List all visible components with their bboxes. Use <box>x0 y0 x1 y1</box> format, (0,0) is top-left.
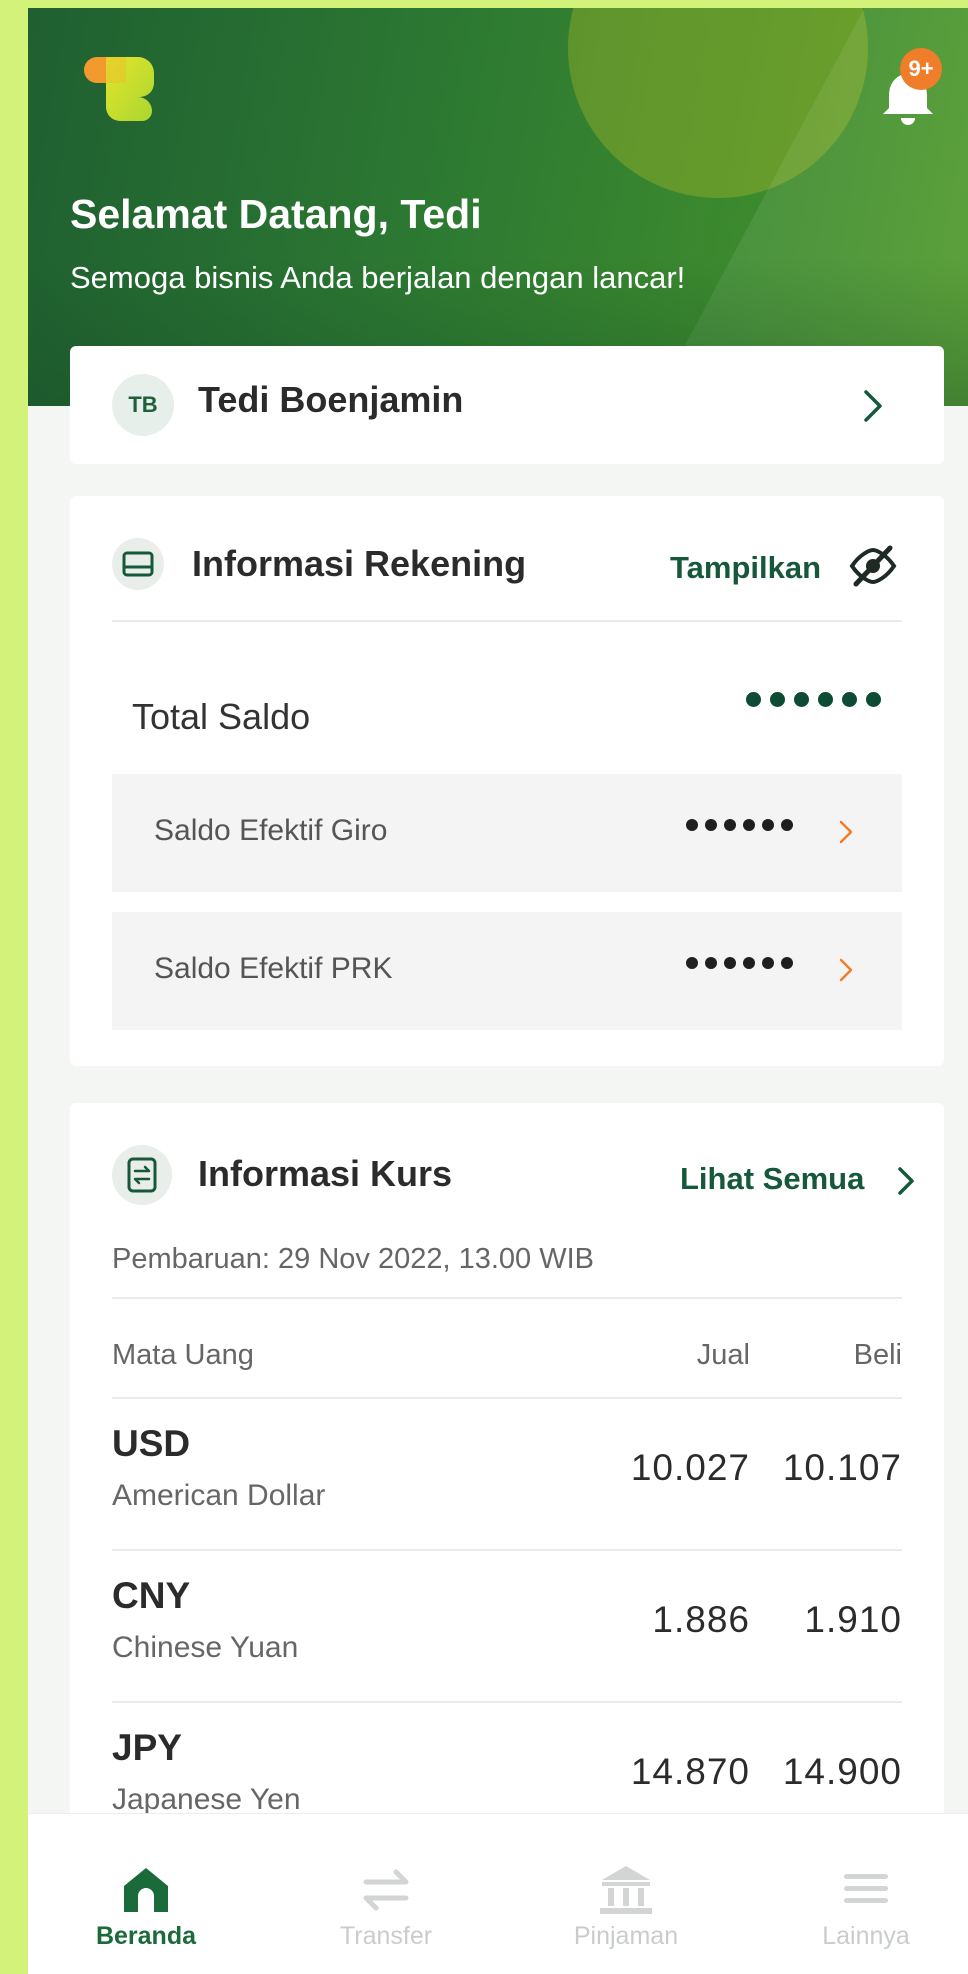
prk-balance-masked <box>686 956 800 974</box>
profile-name: Tedi Boenjamin <box>198 379 464 420</box>
nav-item-transfer[interactable]: Transfer <box>286 1814 486 1974</box>
account-info-card: Informasi Rekening Tampilkan Total Saldo… <box>70 496 944 1066</box>
chevron-right-icon <box>839 958 853 982</box>
buy-rate: 10.107 <box>782 1447 902 1488</box>
eye-off-icon[interactable] <box>848 544 898 588</box>
nav-item-beranda[interactable]: Beranda <box>46 1814 246 1974</box>
table-row: CNY Chinese Yuan 1.886 1.910 <box>112 1551 902 1703</box>
wallet-icon <box>112 538 164 590</box>
chevron-right-icon <box>839 820 853 844</box>
menu-icon <box>844 1874 888 1903</box>
chevron-right-icon[interactable] <box>896 1165 916 1197</box>
column-header-sell: Jual <box>696 1339 750 1371</box>
nav-label: Lainnya <box>822 1922 910 1950</box>
bottom-navigation: Beranda Transfer Pinjaman Lainnya <box>28 1813 968 1974</box>
total-balance-masked <box>746 692 890 712</box>
column-header-currency: Mata Uang <box>112 1339 254 1371</box>
account-info-title: Informasi Rekening <box>192 543 527 584</box>
profile-card[interactable]: TB Tedi Boenjamin <box>70 346 944 464</box>
column-header-buy: Beli <box>853 1339 902 1371</box>
buy-rate: 1.910 <box>804 1599 902 1640</box>
giro-balance-masked <box>686 818 800 836</box>
exchange-document-icon <box>112 1145 172 1205</box>
transfer-icon <box>363 1869 409 1911</box>
currency-code: JPY <box>112 1727 182 1768</box>
chevron-right-icon[interactable] <box>860 386 886 426</box>
welcome-title: Selamat Datang, Tedi <box>70 191 482 237</box>
buy-rate: 14.900 <box>782 1751 902 1792</box>
nav-label: Pinjaman <box>573 1922 679 1950</box>
divider <box>112 1297 902 1299</box>
nav-label: Transfer <box>339 1922 433 1950</box>
giro-balance-row[interactable]: Saldo Efektif Giro <box>112 774 902 892</box>
currency-name: Japanese Yen <box>112 1783 301 1816</box>
sell-rate: 10.027 <box>630 1447 750 1488</box>
sell-rate: 1.886 <box>652 1599 750 1640</box>
table-row: USD American Dollar 10.027 10.107 <box>112 1399 902 1551</box>
nav-item-pinjaman[interactable]: Pinjaman <box>526 1814 726 1974</box>
update-timestamp: Pembaruan: 29 Nov 2022, 13.00 WIB <box>112 1243 595 1275</box>
bank-icon <box>600 1866 652 1914</box>
welcome-subtitle: Semoga bisnis Anda berjalan dengan lanca… <box>70 260 686 295</box>
show-balance-button[interactable]: Tampilkan <box>670 550 821 586</box>
see-all-link[interactable]: Lihat Semua <box>680 1161 864 1197</box>
total-balance-label: Total Saldo <box>132 696 311 737</box>
sell-rate: 14.870 <box>630 1751 750 1792</box>
nav-label: Beranda <box>95 1922 197 1950</box>
prk-balance-label: Saldo Efektif PRK <box>154 952 393 985</box>
home-icon <box>124 1868 168 1912</box>
exchange-title: Informasi Kurs <box>198 1153 453 1194</box>
app-screen: 9+ Selamat Datang, Tedi Semoga bisnis An… <box>28 8 968 1974</box>
currency-code: USD <box>112 1423 191 1464</box>
nav-item-lainnya[interactable]: Lainnya <box>766 1814 966 1974</box>
currency-name: Chinese Yuan <box>112 1631 299 1664</box>
prk-balance-row[interactable]: Saldo Efektif PRK <box>112 912 902 1030</box>
divider <box>112 620 902 622</box>
notification-badge: 9+ <box>900 48 942 90</box>
currency-code: CNY <box>112 1575 191 1616</box>
logo <box>84 57 154 121</box>
currency-name: American Dollar <box>112 1479 326 1512</box>
giro-balance-label: Saldo Efektif Giro <box>154 814 388 847</box>
avatar: TB <box>112 374 174 436</box>
